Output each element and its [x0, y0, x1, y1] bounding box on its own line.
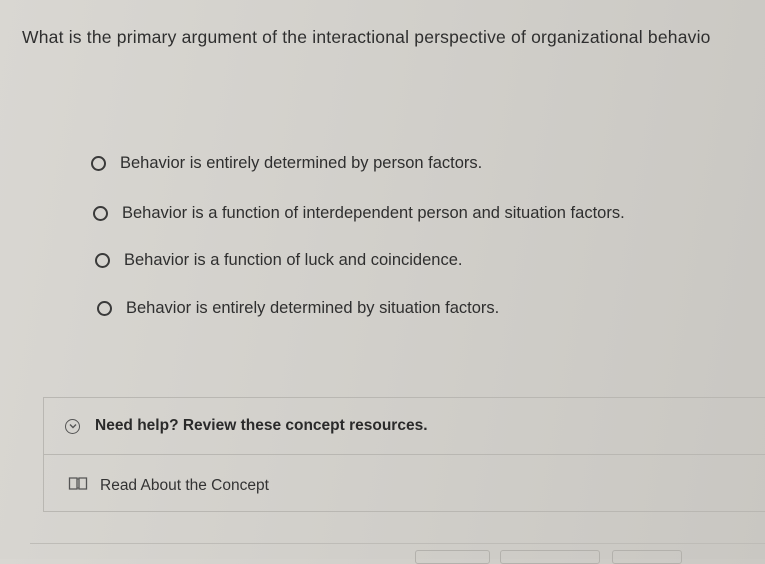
option-label: Behavior is a function of interdependent… [122, 204, 625, 222]
option-label: Behavior is entirely determined by perso… [120, 154, 483, 172]
option-3[interactable]: Behavior is a function of luck and coinc… [95, 251, 462, 270]
radio-button[interactable] [97, 301, 112, 316]
option-label: Behavior is entirely determined by situa… [126, 299, 500, 317]
radio-button[interactable] [95, 253, 110, 268]
radio-button[interactable] [91, 156, 106, 171]
footer-button[interactable] [415, 550, 490, 564]
footer-button[interactable] [500, 550, 600, 564]
radio-button[interactable] [93, 206, 108, 221]
question-text: What is the primary argument of the inte… [22, 27, 711, 47]
option-1[interactable]: Behavior is entirely determined by perso… [91, 154, 482, 173]
option-2[interactable]: Behavior is a function of interdependent… [93, 204, 625, 223]
help-panel: Need help? Review these concept resource… [43, 397, 765, 512]
help-title: Need help? Review these concept resource… [95, 417, 428, 434]
option-4[interactable]: Behavior is entirely determined by situa… [97, 299, 499, 318]
help-toggle[interactable]: Need help? Review these concept resource… [44, 398, 765, 455]
footer-divider [30, 543, 765, 544]
chevron-down-icon[interactable] [65, 418, 80, 434]
option-label: Behavior is a function of luck and coinc… [124, 251, 463, 269]
book-icon [68, 476, 88, 496]
footer-button[interactable] [612, 550, 682, 564]
read-concept-link[interactable]: Read About the Concept [68, 476, 269, 496]
read-concept-label: Read About the Concept [100, 477, 269, 494]
